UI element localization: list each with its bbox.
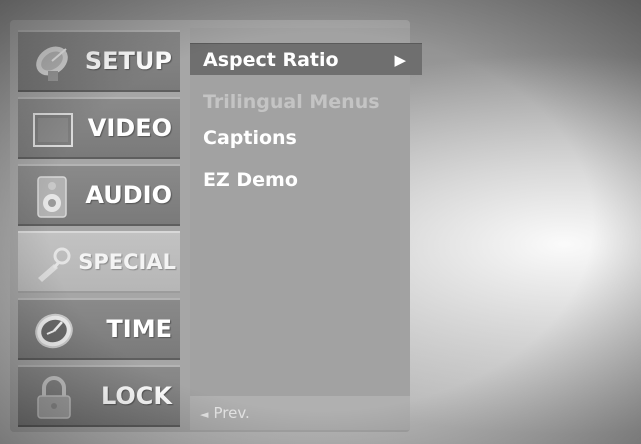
menu-tab-lock[interactable]: LOCK — [18, 365, 180, 427]
satellite-dish-icon — [36, 46, 68, 81]
menu-tab-label: VIDEO — [87, 114, 172, 142]
menu-tab-time[interactable]: TIME — [18, 298, 180, 360]
special-submenu: Aspect Ratio ▶ Trilingual Menus Captions… — [190, 28, 422, 430]
menu-item-ez-demo[interactable]: EZ Demo — [190, 164, 422, 196]
prev-label: Prev. — [213, 404, 250, 422]
screen-icon — [33, 113, 73, 147]
menu-item-label: EZ Demo — [203, 169, 298, 191]
menu-tab-setup[interactable]: SETUP — [18, 30, 180, 92]
menu-tab-label: SPECIAL — [78, 250, 176, 274]
menu-tab-label: TIME — [106, 315, 172, 343]
menu-item-label: Aspect Ratio — [203, 49, 339, 71]
lock-icon — [37, 376, 71, 419]
right-arrow-icon: ▶ — [394, 51, 406, 69]
menu-tab-audio[interactable]: AUDIO — [18, 164, 180, 226]
special-icon — [38, 247, 71, 282]
speaker-icon — [37, 176, 67, 218]
menu-item-trilingual-menus[interactable]: Trilingual Menus — [190, 86, 422, 118]
menu-item-aspect-ratio[interactable]: Aspect Ratio ▶ — [190, 43, 422, 75]
menu-tab-label: LOCK — [100, 382, 172, 410]
clock-icon — [35, 313, 73, 349]
left-arrow-icon: ◄ — [200, 408, 209, 421]
menu-tab-label: SETUP — [84, 47, 172, 75]
menu-item-label: Captions — [203, 127, 297, 149]
menu-tab-label: AUDIO — [85, 181, 172, 209]
menu-item-label: Trilingual Menus — [203, 91, 380, 113]
tv-screen: SETUP VIDEO AUDIO SPECIAL TIME LOCK Aspe… — [0, 0, 641, 444]
prev-button[interactable]: ◄ Prev. — [190, 396, 410, 430]
menu-tab-special[interactable]: SPECIAL — [18, 231, 180, 293]
menu-item-captions[interactable]: Captions — [190, 122, 422, 154]
menu-tab-video[interactable]: VIDEO — [18, 97, 180, 159]
